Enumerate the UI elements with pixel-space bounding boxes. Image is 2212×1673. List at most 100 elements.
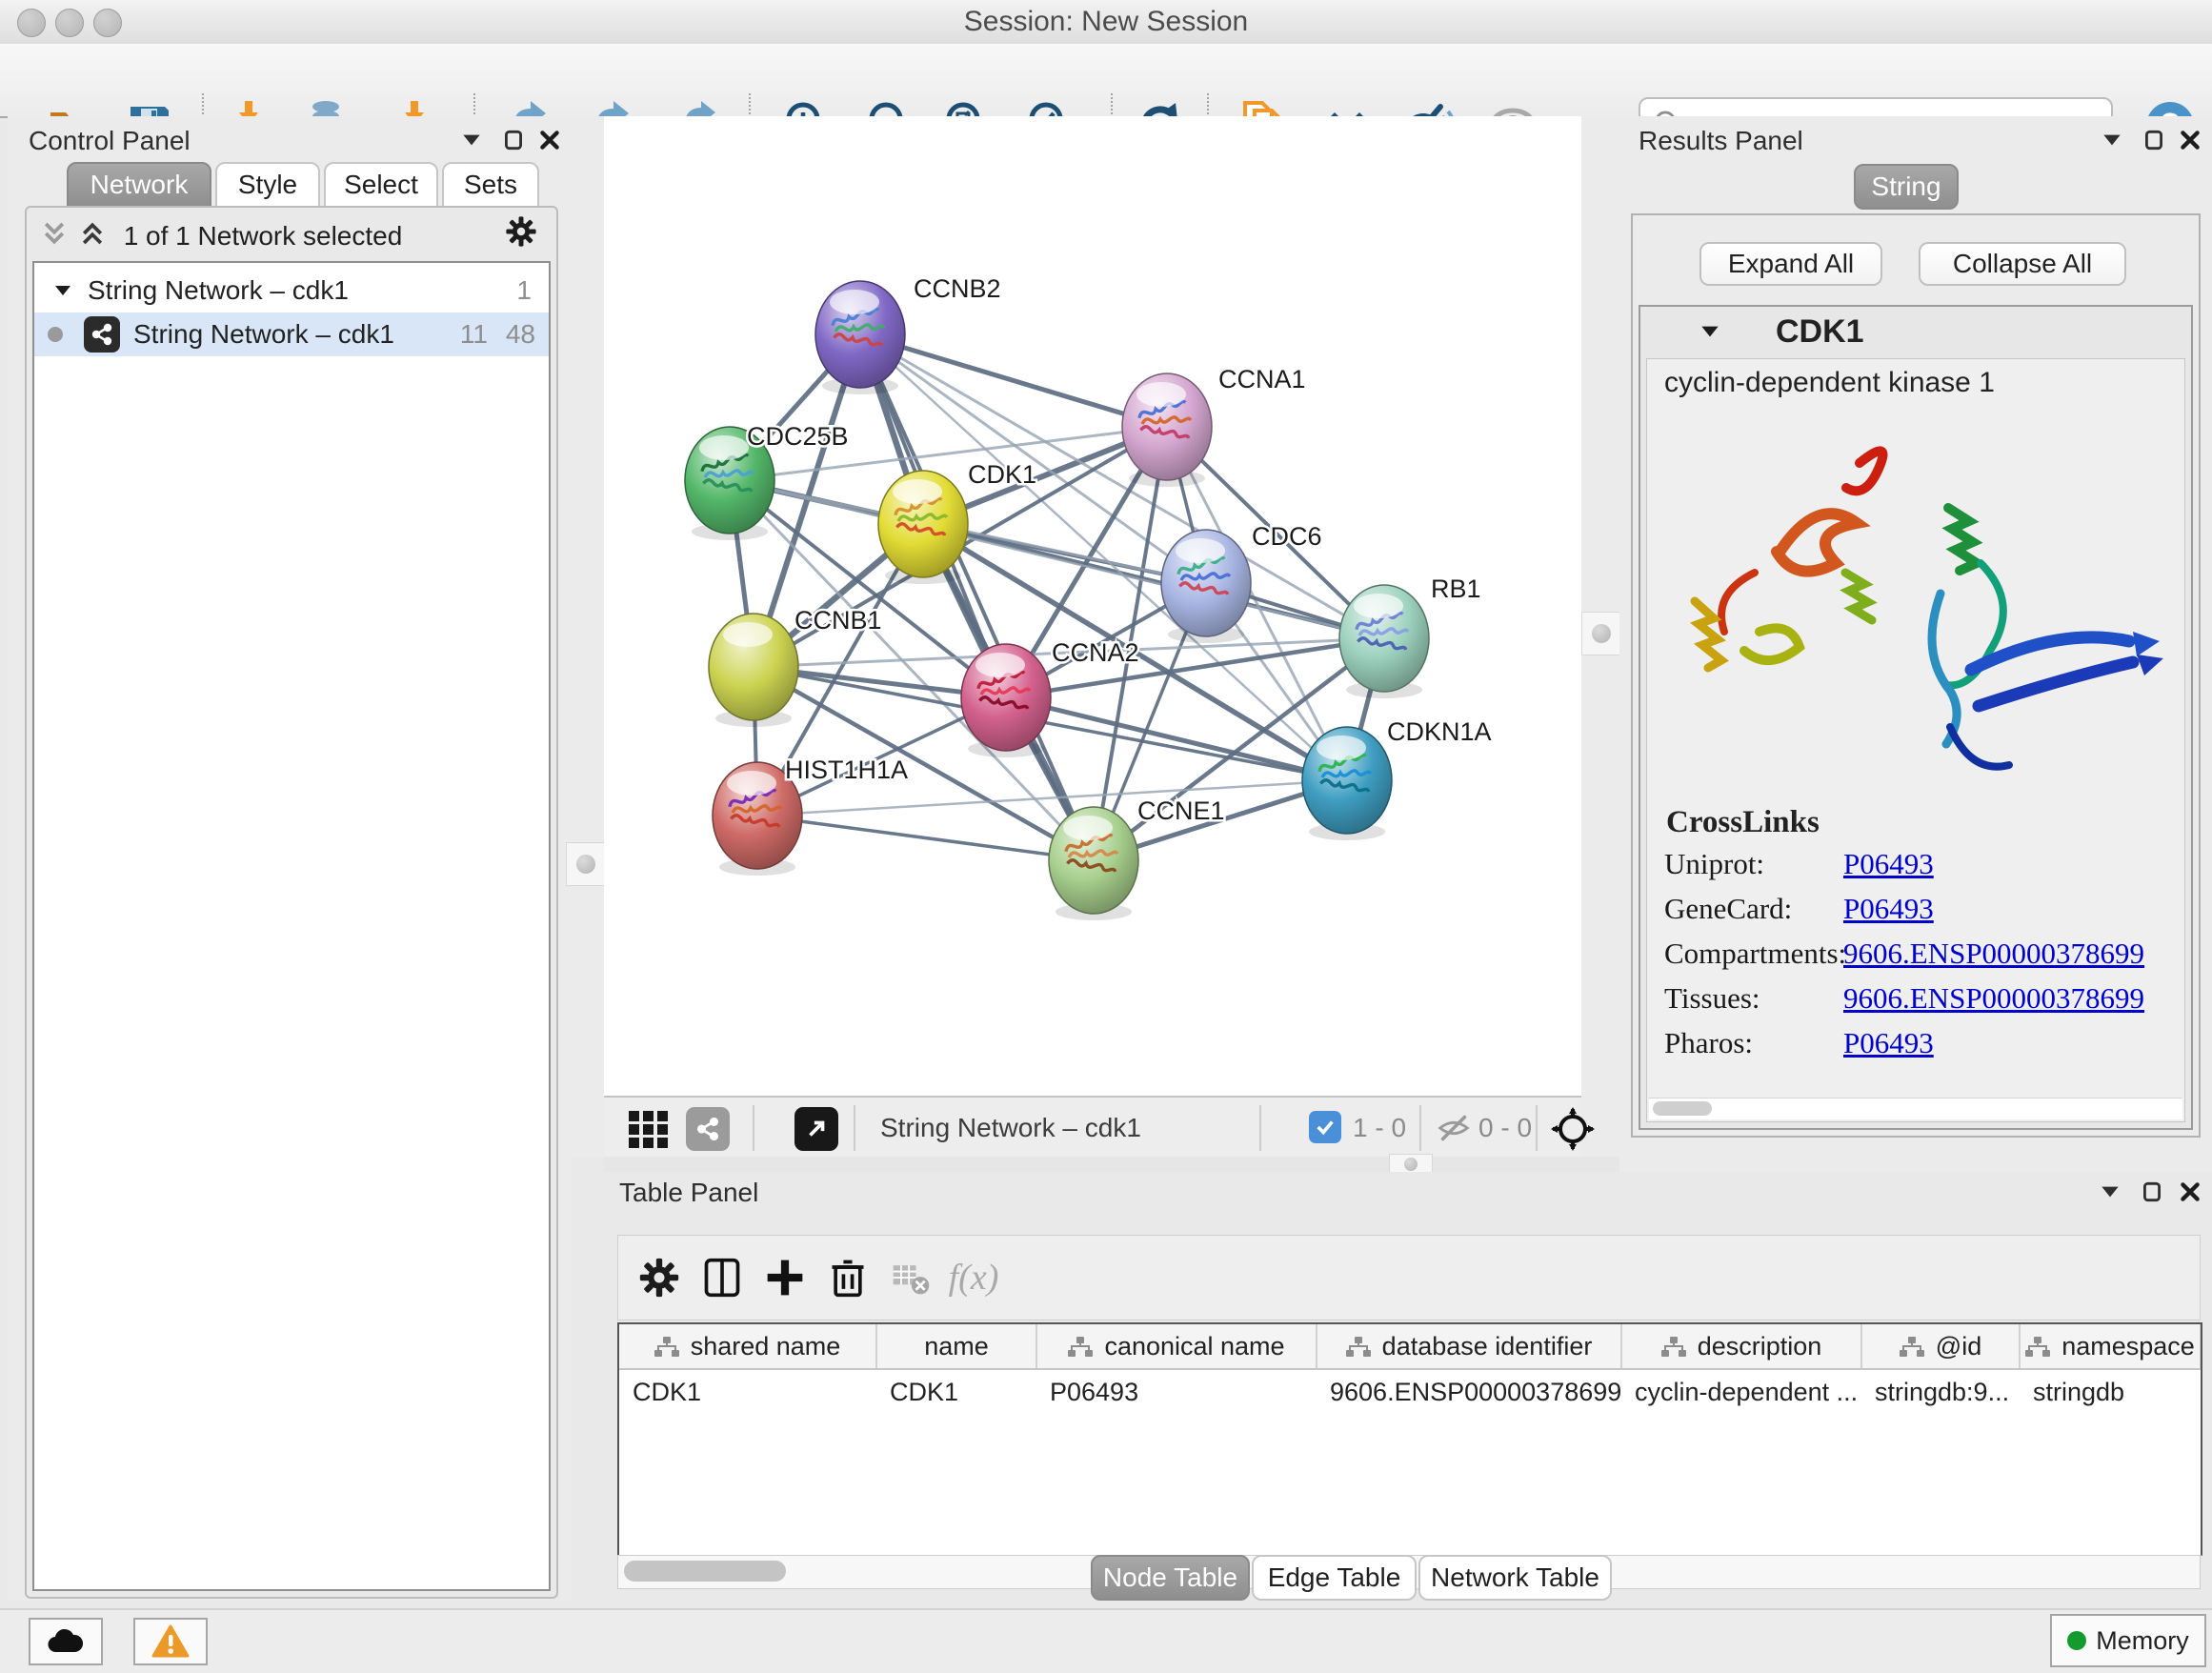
- warning-button[interactable]: [133, 1618, 208, 1665]
- node-label: CDC25B: [747, 422, 849, 451]
- gene-section-header[interactable]: CDK1: [1640, 307, 2191, 356]
- column-header-name[interactable]: name: [876, 1324, 1036, 1369]
- table-cell: 9606.ENSP00000378699: [1317, 1369, 1621, 1414]
- right-splitter[interactable]: [1581, 116, 1622, 1157]
- table-panel-close-button[interactable]: [2174, 1176, 2206, 1208]
- table-cell: cyclin-dependent ...: [1621, 1369, 1861, 1414]
- control-panel-collapse-button[interactable]: [455, 124, 488, 156]
- node-label: CCNA1: [1218, 365, 1306, 393]
- column-header-database-identifier[interactable]: database identifier: [1317, 1324, 1621, 1369]
- hidden-indicator: [1435, 1109, 1473, 1152]
- current-network-dot-icon: [48, 327, 63, 342]
- column-header--id[interactable]: @id: [1861, 1324, 2020, 1369]
- gear-icon: [638, 1257, 680, 1299]
- network-node-cdkn1a[interactable]: [1302, 727, 1392, 840]
- table-tabs: Node Table Edge Table Network Table: [0, 1555, 2212, 1602]
- tab-string[interactable]: String: [1854, 164, 1959, 210]
- crosslink-label: Tissues:: [1664, 981, 1843, 1025]
- table-panel: Table Panel: [604, 1172, 2212, 1602]
- crosslink-link[interactable]: 9606.ENSP00000378699: [1843, 981, 2144, 1025]
- node-label: RB1: [1431, 574, 1481, 603]
- network-node-ccnb1[interactable]: [709, 614, 798, 727]
- crosslink-row: Pharos:P06493: [1664, 1026, 2175, 1070]
- network-node-rb1[interactable]: [1339, 585, 1429, 698]
- tab-network-table[interactable]: Network Table: [1418, 1555, 1612, 1601]
- table-panel-title: Table Panel: [619, 1178, 758, 1208]
- tab-network[interactable]: Network: [67, 162, 211, 208]
- table-options-gear-button[interactable]: [628, 1249, 691, 1306]
- collapse-all-button[interactable]: Collapse All: [1919, 242, 2126, 286]
- network-node-ccna1[interactable]: [1122, 373, 1212, 487]
- create-column-button[interactable]: [754, 1249, 816, 1306]
- crosslink-link[interactable]: P06493: [1843, 892, 1934, 936]
- tab-sets[interactable]: Sets: [442, 162, 539, 208]
- fit-selected-button[interactable]: [1551, 1107, 1595, 1156]
- right-splitter-handle[interactable]: [1581, 612, 1621, 655]
- column-header-namespace[interactable]: namespace: [2020, 1324, 2201, 1369]
- column-header-canonical-name[interactable]: canonical name: [1036, 1324, 1317, 1369]
- tab-select[interactable]: Select: [324, 162, 438, 208]
- warning-icon: [151, 1624, 190, 1659]
- string-results-box: Expand All Collapse All CDK1 cyclin-depe…: [1631, 213, 2201, 1138]
- plus-icon: [764, 1257, 806, 1299]
- crosslink-link[interactable]: 9606.ENSP00000378699: [1843, 937, 2144, 980]
- left-splitter-handle[interactable]: [566, 842, 606, 886]
- control-panel-close-button[interactable]: [533, 124, 566, 156]
- table-cell: stringdb: [2020, 1369, 2201, 1414]
- network-node-ccna2[interactable]: [961, 644, 1051, 757]
- hierarchy-icon: [1661, 1337, 1686, 1358]
- share-icon: [695, 1117, 720, 1141]
- node-label: CDK1: [968, 460, 1036, 489]
- column-header-description[interactable]: description: [1621, 1324, 1861, 1369]
- crosshair-icon: [1551, 1107, 1595, 1151]
- node-label: CDKN1A: [1387, 717, 1492, 746]
- tab-style[interactable]: Style: [215, 162, 320, 208]
- network-node-ccnb2[interactable]: [815, 281, 905, 394]
- arrow-out-icon: [804, 1117, 829, 1141]
- tab-node-table[interactable]: Node Table: [1091, 1555, 1250, 1601]
- table-panel-collapse-button[interactable]: [2094, 1176, 2126, 1208]
- network-node-ccne1[interactable]: [1049, 807, 1138, 920]
- table-panel-float-button[interactable]: [2136, 1176, 2168, 1208]
- expand-all-button[interactable]: Expand All: [1699, 242, 1882, 286]
- network-options-gear-button[interactable]: [505, 215, 537, 248]
- tab-edge-table[interactable]: Edge Table: [1252, 1555, 1417, 1601]
- results-horizontal-scrollbar[interactable]: [1649, 1098, 2182, 1119]
- selected-checkbox[interactable]: [1309, 1111, 1341, 1143]
- bar-separator: [854, 1105, 855, 1151]
- memory-button[interactable]: Memory: [2050, 1614, 2206, 1667]
- window-title: Session: New Session: [0, 6, 2212, 38]
- left-splitter[interactable]: [566, 116, 606, 1157]
- node-count: 11: [460, 319, 488, 350]
- network-edge[interactable]: [757, 816, 1094, 860]
- open-in-window-button[interactable]: [794, 1107, 838, 1151]
- column-header-shared-name[interactable]: shared name: [619, 1324, 876, 1369]
- results-panel-close-button[interactable]: [2174, 124, 2206, 156]
- cloud-button[interactable]: [29, 1618, 103, 1665]
- network-canvas[interactable]: CCNB2CCNA1CDC25BCDK1CDC6RB1CCNB1CCNA2CDK…: [604, 116, 1581, 1096]
- control-panel: Control Panel Network Style Select Sets …: [8, 116, 572, 1601]
- delete-column-button[interactable]: [816, 1249, 879, 1306]
- table-row[interactable]: CDK1CDK1P064939606.ENSP00000378699cyclin…: [619, 1369, 2201, 1414]
- bar-separator: [1536, 1105, 1538, 1151]
- hierarchy-icon: [2025, 1337, 2050, 1358]
- network-collection-row[interactable]: String Network – cdk1 1: [34, 269, 549, 312]
- hierarchy-icon: [654, 1337, 679, 1358]
- show-columns-button[interactable]: [691, 1249, 754, 1306]
- results-panel-title: Results Panel: [1639, 126, 1803, 156]
- control-panel-float-button[interactable]: [497, 124, 530, 156]
- crosslink-link[interactable]: P06493: [1843, 847, 1934, 891]
- titlebar: Session: New Session: [0, 0, 2212, 45]
- crosslink-link[interactable]: P06493: [1843, 1026, 1934, 1070]
- network-edge[interactable]: [860, 334, 1167, 427]
- edge-count: 48: [506, 319, 535, 350]
- hidden-counts: 0 - 0: [1478, 1113, 1532, 1143]
- table-cell: P06493: [1036, 1369, 1317, 1414]
- results-panel-collapse-button[interactable]: [2096, 124, 2128, 156]
- network-row-selected[interactable]: String Network – cdk1 11 48: [34, 312, 549, 356]
- birds-eye-grid-button[interactable]: [627, 1107, 671, 1151]
- control-panel-title: Control Panel: [29, 126, 191, 156]
- network-type-button[interactable]: [686, 1107, 730, 1151]
- network-graph[interactable]: CCNB2CCNA1CDC25BCDK1CDC6RB1CCNB1CCNA2CDK…: [604, 116, 1581, 1096]
- results-panel-float-button[interactable]: [2138, 124, 2170, 156]
